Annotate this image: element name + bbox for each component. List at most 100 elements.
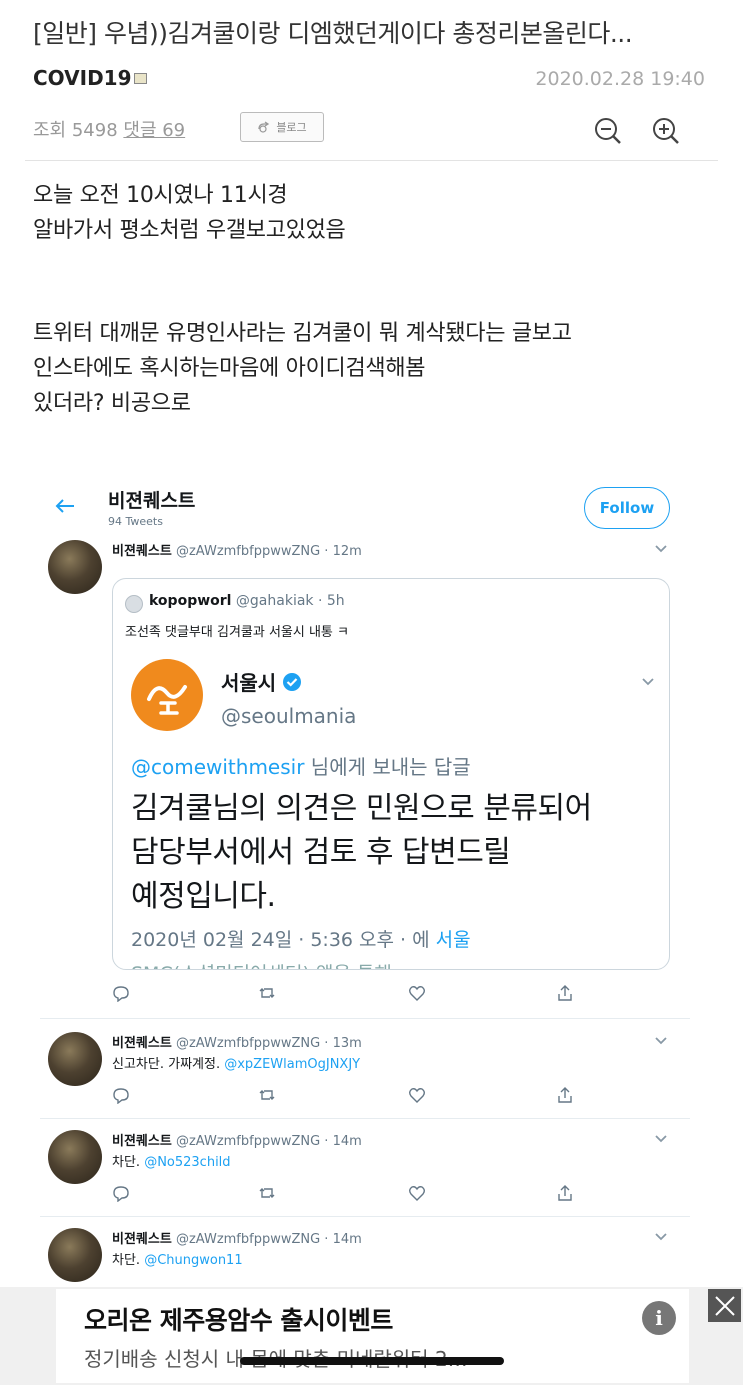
tweet-header: 비젼퀘스트 @zAWzmfbfppwwZNG · 14m [112, 1228, 362, 1247]
avatar [125, 595, 143, 613]
tweet-handle-time: @zAWzmfbfppwwZNG · 13m [175, 1036, 362, 1051]
tweet-mention: @xpZEWlamOgJNXJY [224, 1057, 361, 1072]
tweet-text: 차단. @No523child [112, 1151, 231, 1170]
tweet: 비젼퀘스트 @zAWzmfbfppwwZNG · 12m kopopworl @… [40, 536, 690, 1016]
info-icon[interactable]: i [642, 1301, 676, 1335]
like-icon [409, 986, 425, 1001]
close-icon[interactable] [708, 1289, 741, 1322]
header-divider [25, 160, 718, 161]
retweet-icon [259, 988, 275, 998]
quoted-tweet: kopopworl @gahakiak · 5h 조선족 댓글부대 김겨쿨과 서… [112, 578, 670, 970]
seoul-reply-text: 김겨쿨님의 의견은 민원으로 분류되어 담당부서에서 검토 후 답변드릴 예정입… [131, 787, 661, 919]
tweet: 비젼퀘스트 @zAWzmfbfppwwZNG · 14m 차단. @No523c… [40, 1126, 690, 1216]
tweet: 비젼퀘스트 @zAWzmfbfppwwZNG · 13m 신고차단. 가짜계정.… [40, 1028, 690, 1118]
ad-title[interactable]: 오리온 제주용암수 출시이벤트 [84, 1301, 393, 1337]
chevron-down-icon [655, 545, 667, 553]
post-meta: 조회 5498 댓글 69 [33, 116, 185, 142]
tweet-author: 비젼퀘스트 [112, 1134, 172, 1149]
seoul-handle: @seoulmania [221, 704, 357, 728]
chevron-down-icon [655, 1233, 667, 1241]
quoted-inner-name: 서울시 [221, 667, 302, 696]
zoom-in-icon[interactable] [650, 115, 682, 147]
reply-icon [113, 986, 129, 1002]
post-title: [일반] 우념))김겨쿨이랑 디엠했던게이다 총정리본올린다... [33, 19, 633, 48]
tweet-actions [112, 984, 582, 1004]
avatar [48, 540, 102, 594]
tweet-author: 비젼퀘스트 [112, 544, 172, 559]
seoul-logo [131, 659, 203, 731]
tweet-text: 차단. @Chungwon11 [112, 1249, 243, 1268]
author-badge-icon [133, 73, 147, 84]
share-icon [558, 1087, 572, 1103]
tweet-text: 신고차단. 가짜계정. @xpZEWlamOgJNXJY [112, 1053, 360, 1072]
tweet-header: 비젼퀘스트 @zAWzmfbfppwwZNG · 12m [112, 540, 362, 559]
tweet-header: 비젼퀘스트 @zAWzmfbfppwwZNG · 14m [112, 1130, 362, 1149]
avatar [48, 1228, 102, 1282]
share-icon [558, 985, 572, 1001]
post-paragraph-1: 오늘 오전 10시였나 11시경 알바가서 평소처럼 우갤보고있었음 [33, 178, 346, 248]
reply-line: 담당부서에서 검토 후 답변드릴 [131, 835, 511, 870]
home-indicator[interactable] [240, 1357, 504, 1365]
tweet-body: 신고차단. 가짜계정. [112, 1057, 225, 1072]
chevron-down-icon [655, 1135, 667, 1143]
author-name[interactable]: COVID19 [33, 66, 147, 90]
tweet-handle-time: @zAWzmfbfppwwZNG · 14m [175, 1134, 362, 1149]
view-count: 조회 5498 [33, 120, 118, 141]
tweet-divider [40, 1118, 690, 1119]
chevron-down-icon [655, 1037, 667, 1045]
comment-count-link[interactable]: 댓글 69 [123, 120, 185, 141]
reply-to-suffix: 님에게 보내는 답글 [304, 755, 471, 779]
blog-share-button[interactable]: 블로그 [240, 112, 324, 142]
tweet: 비젼퀘스트 @zAWzmfbfppwwZNG · 14m 차단. @Chungw… [40, 1224, 690, 1286]
chevron-down-icon [642, 678, 654, 686]
embedded-twitter-screenshot: 비젼퀘스트 94 Tweets Follow 비젼퀘스트 @zAWzmfbfpp… [40, 476, 690, 1286]
quoted-date-text: 2020년 02월 24일 · 5:36 오후 · 에 [131, 929, 436, 951]
twitter-profile-name: 비젼퀘스트 [108, 490, 196, 512]
post-line: 트위터 대깨문 유명인사라는 김겨쿨이 뭐 계삭됐다는 글보고 [33, 321, 572, 346]
like-icon [409, 1088, 425, 1103]
reply-to-line: @comewithmesir 님에게 보내는 답글 [131, 751, 471, 780]
quoted-cut-text: SMC(소셜미디어센터) 앱을 통해 [131, 959, 392, 969]
tweet-body: 차단. [112, 1155, 145, 1170]
post-line: 인스타에도 혹시하는마음에 아이디검색해봄 [33, 356, 426, 381]
link-icon [258, 121, 270, 133]
post-line: 알바가서 평소처럼 우갤보고있었음 [33, 218, 346, 243]
reply-to-handle: @comewithmesir [131, 755, 305, 779]
verified-icon [283, 672, 302, 691]
reply-icon [113, 1088, 129, 1104]
seoul-account-name: 서울시 [221, 671, 277, 695]
tweet-mention: @Chungwon11 [144, 1253, 243, 1268]
zoom-out-icon[interactable] [592, 115, 624, 147]
ad-card[interactable]: 오리온 제주용암수 출시이벤트 정기배송 신청시 내 몸에 맞춘 미네랄워터 2… [56, 1289, 689, 1383]
quoted-user: kopopworl @gahakiak · 5h [149, 593, 345, 609]
quoted-date: 2020년 02월 24일 · 5:36 오후 · 에 서울 [131, 925, 471, 952]
avatar [48, 1130, 102, 1184]
like-icon [409, 1186, 425, 1201]
post-paragraph-2: 트위터 대깨문 유명인사라는 김겨쿨이 뭐 계삭됐다는 글보고 인스타에도 혹시… [33, 316, 572, 421]
blog-share-label: 블로그 [276, 121, 307, 134]
quoted-user-meta: @gahakiak · 5h [235, 593, 345, 609]
ad-banner[interactable]: 오리온 제주용암수 출시이벤트 정기배송 신청시 내 몸에 맞춘 미네랄워터 2… [0, 1287, 743, 1385]
reply-line: 예정입니다. [131, 879, 276, 914]
avatar [48, 1032, 102, 1086]
twitter-tweet-count: 94 Tweets [108, 515, 163, 528]
quoted-text: 조선족 댓글부대 김겨쿨과 서울시 내통 ㅋ [125, 625, 349, 640]
back-arrow-icon [55, 499, 74, 513]
reply-icon [113, 1186, 129, 1202]
tweet-handle-time: @zAWzmfbfppwwZNG · 14m [175, 1232, 362, 1247]
author-label: COVID19 [33, 66, 132, 90]
post-line: 오늘 오전 10시였나 11시경 [33, 183, 288, 208]
retweet-icon [259, 1090, 275, 1100]
tweet-author: 비젼퀘스트 [112, 1232, 172, 1247]
tweet-actions [112, 1086, 582, 1106]
quoted-username: kopopworl [149, 593, 232, 609]
close-x-mark [714, 1295, 735, 1316]
tweet-header: 비젼퀘스트 @zAWzmfbfppwwZNG · 13m [112, 1032, 362, 1051]
share-icon [558, 1185, 572, 1201]
tweet-body: 차단. [112, 1253, 145, 1268]
post-line: 있더라? 비공으로 [33, 391, 191, 416]
follow-button: Follow [584, 487, 670, 529]
retweet-icon [259, 1188, 275, 1198]
post-date: 2020.02.28 19:40 [535, 68, 705, 90]
tweet-divider [40, 1018, 690, 1019]
